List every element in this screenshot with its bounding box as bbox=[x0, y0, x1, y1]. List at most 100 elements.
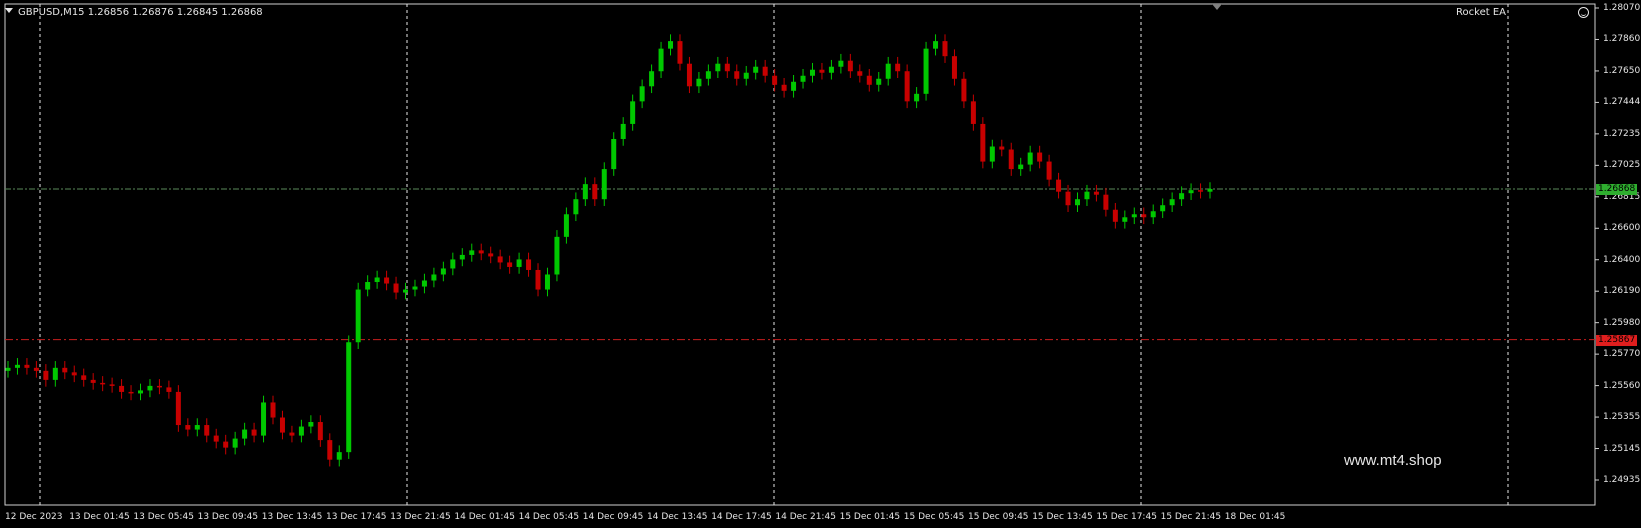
candle-body bbox=[261, 402, 267, 436]
candle-body bbox=[563, 214, 569, 237]
candle-body bbox=[838, 60, 844, 67]
time-axis-label: 12 Dec 2023 bbox=[5, 512, 63, 522]
candle-body bbox=[138, 390, 144, 394]
candle-body bbox=[866, 75, 872, 85]
stop-level-tag: 1.25867 bbox=[1596, 334, 1637, 346]
price-axis-label: 1.27444 bbox=[1603, 97, 1641, 108]
candle-body bbox=[715, 63, 721, 72]
time-axis-label: 14 Dec 17:45 bbox=[711, 512, 772, 522]
price-axis-label: 1.27235 bbox=[1603, 128, 1641, 139]
candle-body bbox=[573, 199, 579, 215]
candle-body bbox=[421, 280, 427, 287]
symbol-info: GBPUSD,M15 1.26856 1.26876 1.26845 1.268… bbox=[18, 7, 263, 18]
candle-body bbox=[1056, 179, 1062, 192]
candle-body bbox=[526, 259, 532, 270]
candle-body bbox=[743, 72, 749, 79]
candle-body bbox=[62, 367, 68, 373]
candle-body bbox=[242, 429, 248, 439]
candle-body bbox=[980, 123, 986, 162]
time-axis-label: 13 Dec 21:45 bbox=[390, 512, 451, 522]
candle-body bbox=[1027, 152, 1033, 165]
candle-body bbox=[52, 367, 58, 380]
price-axis-label: 1.28070 bbox=[1603, 3, 1641, 13]
candle-body bbox=[317, 422, 323, 441]
candle-body bbox=[365, 282, 371, 290]
chart-menu-arrow-icon[interactable] bbox=[5, 8, 13, 13]
time-axis-label: 14 Dec 05:45 bbox=[518, 512, 580, 522]
candle-body bbox=[1046, 161, 1052, 180]
price-axis-label: 1.26400 bbox=[1603, 254, 1641, 265]
candle-body bbox=[781, 84, 787, 91]
candle-body bbox=[81, 375, 87, 380]
time-axis-label: 13 Dec 01:45 bbox=[69, 512, 130, 522]
expert-advisor-label[interactable]: Rocket EA bbox=[1456, 7, 1506, 18]
candle-body bbox=[1093, 191, 1099, 195]
price-axis-label: 1.27025 bbox=[1603, 160, 1641, 171]
candle-body bbox=[232, 438, 238, 448]
candle-body bbox=[885, 63, 891, 79]
candle-body bbox=[677, 41, 683, 64]
candle-body bbox=[1037, 152, 1043, 162]
candle-body bbox=[223, 441, 229, 448]
time-axis-label: 14 Dec 09:45 bbox=[582, 512, 644, 522]
candle-body bbox=[914, 93, 920, 102]
candle-body bbox=[1160, 205, 1166, 212]
candle-body bbox=[270, 402, 276, 418]
candle-body bbox=[753, 66, 759, 73]
candle-body bbox=[346, 342, 352, 453]
smiley-icon[interactable] bbox=[1578, 7, 1589, 18]
price-axis-label: 1.25560 bbox=[1603, 380, 1641, 391]
candle-body bbox=[1112, 209, 1118, 222]
candle-body bbox=[1103, 194, 1109, 210]
candle-body bbox=[961, 78, 967, 102]
chart-window[interactable]: GBPUSD,M15 1.26856 1.26876 1.26845 1.268… bbox=[0, 0, 1641, 528]
candle-body bbox=[942, 41, 948, 57]
candle-body bbox=[497, 256, 503, 263]
candle-body bbox=[355, 289, 361, 343]
candle-body bbox=[895, 63, 901, 72]
candle-body bbox=[724, 63, 730, 72]
candle-body bbox=[289, 432, 295, 436]
candle-body bbox=[412, 286, 418, 290]
chart-canvas[interactable] bbox=[0, 0, 1641, 528]
candle-body bbox=[450, 259, 456, 269]
candle-body bbox=[772, 75, 778, 85]
candle-body bbox=[668, 41, 674, 49]
time-axis-label: 14 Dec 13:45 bbox=[647, 512, 708, 522]
candle-body bbox=[24, 364, 30, 368]
candle-body bbox=[809, 69, 815, 76]
candle-body bbox=[156, 385, 162, 388]
candle-body bbox=[119, 385, 125, 392]
candle-body bbox=[128, 391, 134, 394]
candle-body bbox=[204, 425, 210, 436]
candle-body bbox=[989, 146, 995, 162]
candle-body bbox=[1188, 190, 1194, 194]
candle-body bbox=[970, 101, 976, 124]
candle-body bbox=[734, 71, 740, 79]
candle-body bbox=[279, 417, 285, 433]
candle-body bbox=[175, 391, 181, 426]
candle-body bbox=[1074, 199, 1080, 206]
candle-body bbox=[876, 78, 882, 85]
candle-body bbox=[384, 277, 390, 284]
candle-body bbox=[762, 66, 768, 76]
candle-body bbox=[469, 250, 475, 255]
candle-body bbox=[516, 259, 522, 267]
candle-body bbox=[819, 69, 825, 73]
candle-body bbox=[166, 387, 172, 392]
price-axis-label: 1.25145 bbox=[1603, 443, 1641, 454]
candle-body bbox=[488, 253, 494, 257]
candle-body bbox=[857, 71, 863, 76]
time-axis-label: 15 Dec 01:45 bbox=[839, 512, 901, 522]
candle-body bbox=[554, 236, 560, 275]
candle-body bbox=[33, 367, 39, 371]
candle-body bbox=[828, 66, 834, 73]
candle-body bbox=[639, 86, 645, 102]
candle-body bbox=[904, 71, 910, 102]
candle-body bbox=[478, 250, 484, 254]
candle-body bbox=[791, 81, 797, 91]
candle-body bbox=[440, 268, 446, 275]
time-axis-label: 15 Dec 13:45 bbox=[1032, 512, 1093, 522]
candle-body bbox=[251, 429, 257, 436]
candle-body bbox=[14, 364, 20, 368]
